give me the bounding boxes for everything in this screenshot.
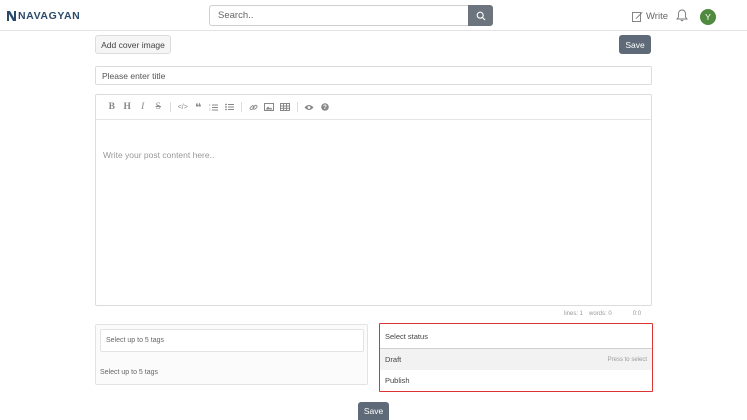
- avatar[interactable]: Y: [700, 9, 716, 25]
- tags-input[interactable]: Select up to 5 tags: [100, 329, 364, 352]
- tags-hint: Select up to 5 tags: [100, 369, 158, 376]
- logo-n-icon: [7, 11, 16, 21]
- search-button[interactable]: [468, 5, 493, 26]
- status-option-draft[interactable]: Draft Press to select: [380, 349, 652, 370]
- image-icon[interactable]: [262, 101, 278, 113]
- search-input[interactable]: [209, 5, 468, 26]
- strikethrough-icon[interactable]: S: [151, 101, 167, 113]
- content-placeholder: Write your post content here..: [103, 150, 215, 160]
- svg-text:1: 1: [209, 103, 211, 107]
- option-label: Publish: [385, 376, 410, 385]
- editor-toolbar: B H I S </> ❝ 12 ?: [96, 95, 651, 120]
- markdown-editor: B H I S </> ❝ 12 ? Write your post conte…: [95, 94, 652, 306]
- title-placeholder: Please enter title: [102, 70, 166, 81]
- table-icon[interactable]: [277, 101, 293, 113]
- brand-logo[interactable]: NAVAGYAN: [6, 9, 80, 23]
- heading-icon[interactable]: H: [120, 101, 136, 113]
- tags-selector: Select up to 5 tags Select up to 5 tags: [95, 324, 368, 385]
- option-label: Draft: [385, 355, 402, 364]
- unordered-list-icon[interactable]: [222, 101, 238, 113]
- svg-text:2: 2: [209, 108, 211, 112]
- status-select[interactable]: Select status: [380, 324, 652, 349]
- tags-placeholder: Select up to 5 tags: [106, 337, 164, 344]
- search-bar: [209, 5, 493, 26]
- quote-icon[interactable]: ❝: [191, 101, 207, 114]
- write-label: Write: [646, 10, 668, 22]
- top-navbar: NAVAGYAN Write Y: [0, 0, 747, 31]
- status-dropdown: Select status Draft Press to select Publ…: [379, 323, 653, 392]
- bell-icon: [676, 9, 688, 22]
- preview-icon[interactable]: [302, 101, 318, 113]
- status-option-publish[interactable]: Publish: [380, 370, 652, 391]
- save-button-top[interactable]: Save: [619, 35, 651, 54]
- link-icon[interactable]: [246, 101, 262, 113]
- bold-icon[interactable]: B: [104, 101, 120, 113]
- toolbar-divider: [296, 102, 298, 112]
- code-icon[interactable]: </>: [175, 101, 191, 113]
- italic-icon[interactable]: I: [135, 101, 151, 113]
- lines-count: lines: 1: [564, 311, 584, 317]
- search-icon: [476, 11, 485, 20]
- option-hint: Press to select: [607, 356, 647, 363]
- brand-name: NAVAGYAN: [18, 10, 81, 22]
- words-count: words: 0: [589, 311, 612, 317]
- toolbar-divider: [170, 102, 171, 112]
- help-icon[interactable]: ?: [317, 101, 333, 113]
- save-button-bottom[interactable]: Save: [358, 402, 389, 420]
- add-cover-image-button[interactable]: Add cover image: [95, 35, 171, 54]
- toolbar-divider: [241, 102, 242, 112]
- edit-icon: [632, 11, 643, 22]
- write-link[interactable]: Write: [632, 9, 668, 23]
- ordered-list-icon[interactable]: 12: [206, 101, 222, 113]
- cursor-position: 0:0: [632, 311, 642, 317]
- title-input[interactable]: Please enter title: [95, 66, 652, 85]
- status-placeholder: Select status: [385, 331, 428, 341]
- editor-statusbar: lines: 1 words: 0 0:0: [564, 311, 641, 317]
- svg-text:?: ?: [323, 105, 327, 111]
- notifications-button[interactable]: [676, 9, 688, 27]
